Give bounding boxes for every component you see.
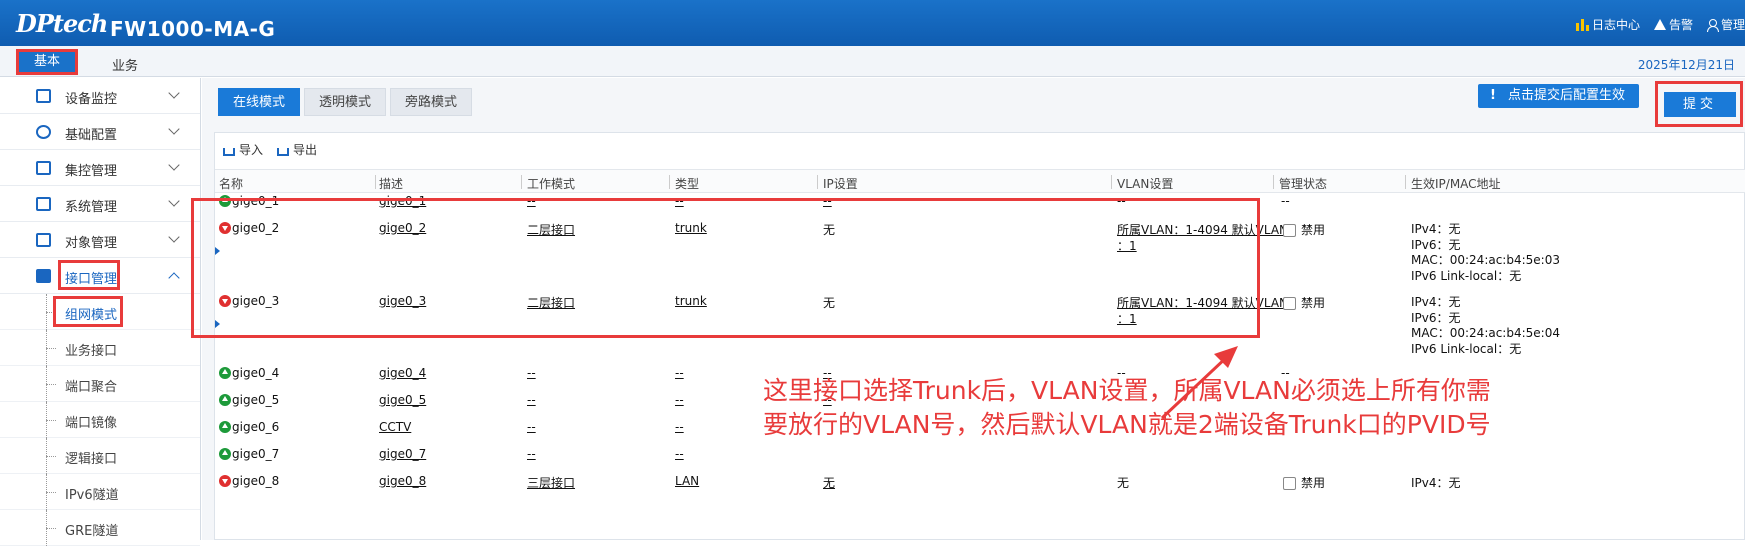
top-bar: DPtech FW1000-MA-G 日志中心 告警 管理 [0,0,1745,46]
alarm-link[interactable]: 告警 [1653,16,1693,33]
logo: DPtech [16,9,108,38]
chevron-down-icon [168,87,180,99]
sidebar: 设备监控 基础配置 集控管理 系统管理 对象管理 接口管理 组网模式 业务接口 [0,78,201,546]
tab-bypass-mode[interactable]: 旁路模式 [390,88,473,116]
interface-table-panel: 导入 导出 名称 描述 工作模式 类型 IP设置 VLAN设置 管理状态 生效I… [214,132,1745,540]
import-icon [223,147,235,156]
tab-basic[interactable]: 基本 [16,49,78,75]
sidebar-item-object[interactable]: 对象管理 [0,222,200,258]
admin-disable-checkbox[interactable]: 禁用 [1283,221,1325,238]
log-center-link[interactable]: 日志中心 [1575,16,1640,33]
annotation-text: 这里接口选择Trunk后，VLAN设置，所属VLAN必须选上所有你需 要放行的V… [763,376,1491,439]
tab-business[interactable]: 业务 [112,55,138,74]
status-up-icon [219,195,231,207]
sidebar-sub-ipv6-tunnel[interactable]: IPv6隧道 [0,474,200,510]
col-work-mode[interactable]: 工作模式 [527,175,575,192]
top-right-menu: 日志中心 告警 管理 [1575,16,1745,33]
log-center-icon [1575,18,1589,31]
sidebar-item-basic-config[interactable]: 基础配置 [0,114,200,150]
status-up-icon [219,394,231,406]
tab-online-mode[interactable]: 在线模式 [218,88,301,116]
export-icon [277,147,290,156]
row-expand-marker[interactable] [215,320,220,328]
col-vlan[interactable]: VLAN设置 [1117,175,1173,192]
alarm-icon [1653,19,1666,30]
col-ip[interactable]: IP设置 [823,175,858,192]
monitor-icon [36,89,51,103]
chevron-down-icon [168,195,180,207]
sidebar-sub-port-mirror[interactable]: 端口镜像 [0,402,200,438]
main-content: 在线模式 透明模式 旁路模式 ! 点击提交后配置生效 提交 导入 导出 名称 描述… [202,78,1745,540]
sidebar-sub-gre-tunnel[interactable]: GRE隧道 [0,510,200,546]
status-up-icon [219,421,231,433]
main-tab-bar: 基本 业务 2025年12月21日 [0,46,1745,77]
computer-icon [36,197,51,211]
chevron-up-icon [168,272,180,284]
chevron-down-icon [168,123,180,135]
table-row[interactable]: gige0_2 gige0_2 二层接口 trunk 无 所属VLAN：1-40… [215,219,1745,289]
col-name[interactable]: 名称 [219,175,243,192]
admin-link[interactable]: 管理 [1706,16,1745,33]
tab-transparent-mode[interactable]: 透明模式 [304,88,387,116]
sidebar-sub-logical-interface[interactable]: 逻辑接口 [0,438,200,474]
status-down-icon [219,295,231,307]
sidebar-item-interface[interactable]: 接口管理 [0,258,200,294]
sidebar-item-system[interactable]: 系统管理 [0,186,200,222]
sidebar-sub-network-mode[interactable]: 组网模式 [0,294,200,330]
device-name: FW1000-MA-G [110,17,276,41]
col-admin-state[interactable]: 管理状态 [1279,175,1327,192]
admin-disable-checkbox[interactable]: 禁用 [1283,294,1325,311]
submit-button[interactable]: 提交 [1664,92,1736,117]
table-header: 名称 描述 工作模式 类型 IP设置 VLAN设置 管理状态 生效IP/MAC地… [215,169,1745,193]
sidebar-sub-port-aggregation[interactable]: 端口聚合 [0,366,200,402]
status-up-icon [219,367,231,379]
notice-banner: ! 点击提交后配置生效 [1478,84,1640,108]
users-icon [36,161,51,175]
sidebar-sub-business-interface[interactable]: 业务接口 [0,330,200,366]
sidebar-item-device-monitor[interactable]: 设备监控 [0,78,200,114]
col-desc[interactable]: 描述 [379,175,403,192]
row-expand-marker[interactable] [215,247,220,255]
user-icon [1706,18,1719,32]
col-type[interactable]: 类型 [675,175,699,192]
status-down-icon [219,475,231,487]
highlight-box: 提交 [1655,81,1743,127]
status-down-icon [219,222,231,234]
status-up-icon [219,448,231,460]
admin-disable-checkbox[interactable]: 禁用 [1283,474,1325,491]
gear-icon [36,125,51,139]
table-toolbar: 导入 导出 [223,141,317,158]
sidebar-item-central-control[interactable]: 集控管理 [0,150,200,186]
current-date: 2025年12月21日 [1637,58,1735,72]
import-button[interactable]: 导入 [223,141,263,158]
chevron-down-icon [168,231,180,243]
chevron-down-icon [168,159,180,171]
col-effective-ip-mac[interactable]: 生效IP/MAC地址 [1411,175,1501,192]
mode-tabs: 在线模式 透明模式 旁路模式 [218,88,473,116]
info-icon: ! [1490,88,1496,103]
grid-icon [36,233,51,247]
interface-icon [36,269,51,283]
export-button[interactable]: 导出 [277,141,317,158]
table-row[interactable]: gige0_3 gige0_3 二层接口 trunk 无 所属VLAN：1-40… [215,292,1745,362]
